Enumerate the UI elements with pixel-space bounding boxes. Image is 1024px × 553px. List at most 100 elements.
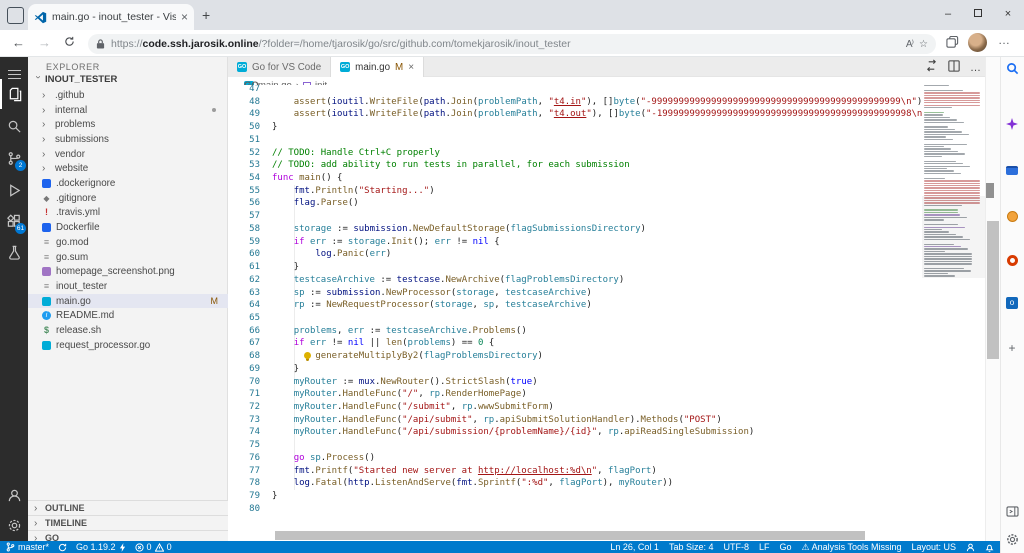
tree-file-README.md[interactable]: iREADME.md	[28, 309, 228, 324]
git-branch-item[interactable]: master*	[6, 542, 49, 552]
reload-button[interactable]	[64, 35, 75, 50]
tree-folder-submissions[interactable]: ›submissions	[28, 132, 228, 147]
code-line-50[interactable]: 50}	[228, 121, 922, 134]
code-line-60[interactable]: 60 log.Panic(err)	[228, 248, 922, 261]
status-analysis-tools-missing[interactable]: ⚠ Analysis Tools Missing	[802, 542, 902, 553]
code-line-69[interactable]: 69 }	[228, 363, 922, 376]
sidebar-search-icon[interactable]	[1004, 60, 1020, 76]
search-icon[interactable]	[0, 111, 28, 141]
tree-file-Dockerfile[interactable]: Dockerfile	[28, 220, 228, 235]
code-line-58[interactable]: 58 storage := submission.NewDefaultStora…	[228, 223, 922, 236]
browser-settings-menu[interactable]: …	[998, 33, 1010, 47]
tree-folder-website[interactable]: ›website	[28, 162, 228, 177]
code-line-65[interactable]: 65	[228, 312, 922, 325]
code-line-79[interactable]: 79}	[228, 490, 922, 503]
editor-more-icon[interactable]: …	[970, 62, 981, 74]
status-lf[interactable]: LF	[759, 542, 770, 553]
editor-scrollbar-thumb[interactable]	[986, 183, 994, 198]
code-line-80[interactable]: 80	[228, 503, 922, 516]
new-tab-button[interactable]: +	[202, 7, 210, 23]
forward-button[interactable]: →	[38, 35, 51, 50]
extensions-icon[interactable]: 61	[0, 206, 28, 236]
read-aloud-icon[interactable]: A⁾	[906, 39, 913, 50]
tree-file-homepage_screenshot.png[interactable]: homepage_screenshot.png	[28, 264, 228, 279]
tree-folder-vendor[interactable]: ›vendor	[28, 147, 228, 162]
tree-file-main.go[interactable]: main.goM	[28, 294, 228, 309]
status-ln-26-col-1[interactable]: Ln 26, Col 1	[610, 542, 659, 553]
code-line-51[interactable]: 51	[228, 134, 922, 147]
code-line-72[interactable]: 72 myRouter.HandleFunc("/submit", rp.www…	[228, 401, 922, 414]
sidebar-shopping-icon[interactable]	[1004, 162, 1020, 178]
accounts-icon[interactable]	[0, 480, 28, 510]
tab-close-icon[interactable]: ×	[181, 10, 188, 24]
code-line-54[interactable]: 54func main() {	[228, 172, 922, 185]
code-line-78[interactable]: 78 log.Fatal(http.ListenAndServe(fmt.Spr…	[228, 477, 922, 490]
sidebar-add-icon[interactable]: +	[1004, 340, 1020, 356]
code-line-52[interactable]: 52// TODO: Handle Ctrl+C properly	[228, 147, 922, 160]
sidebar-settings-gear-icon[interactable]	[1004, 531, 1020, 547]
address-bar[interactable]: https://code.ssh.jarosik.online/?folder=…	[88, 34, 936, 54]
status-utf-8[interactable]: UTF-8	[723, 542, 749, 553]
sidebar-office-icon[interactable]	[1004, 252, 1020, 268]
favorites-star-icon[interactable]: ☆	[919, 39, 928, 50]
feedback-icon[interactable]	[966, 543, 975, 552]
split-editor-icon[interactable]	[948, 59, 960, 77]
sync-item[interactable]	[58, 543, 67, 552]
code-line-75[interactable]: 75	[228, 439, 922, 452]
tree-folder-.github[interactable]: ›.github	[28, 88, 228, 103]
section-timeline[interactable]: ›TIMELINE	[28, 515, 228, 530]
section-outline[interactable]: ›OUTLINE	[28, 500, 228, 515]
code-line-76[interactable]: 76 go sp.Process()	[228, 452, 922, 465]
sidebar-copilot-icon[interactable]	[1004, 116, 1020, 132]
code-line-71[interactable]: 71 myRouter.HandleFunc("/", rp.RenderHom…	[228, 388, 922, 401]
status-go[interactable]: Go	[780, 542, 792, 553]
tree-file-request_processor.go[interactable]: request_processor.go	[28, 338, 228, 353]
code-line-61[interactable]: 61 }	[228, 261, 922, 274]
source-control-icon[interactable]: 2	[0, 143, 28, 173]
tree-folder-internal[interactable]: ›internal	[28, 103, 228, 118]
testing-icon[interactable]	[0, 237, 28, 267]
page-scrollbar-thumb[interactable]	[987, 221, 999, 359]
code-line-56[interactable]: 56 flag.Parse()	[228, 197, 922, 210]
collections-icon[interactable]	[946, 36, 959, 54]
code-line-73[interactable]: 73 myRouter.HandleFunc("/api/submit", rp…	[228, 414, 922, 427]
code-line-57[interactable]: 57	[228, 210, 922, 223]
go-version-item[interactable]: Go 1.19.2	[76, 542, 126, 552]
code-line-74[interactable]: 74 myRouter.HandleFunc("/api/submission/…	[228, 426, 922, 439]
sidebar-collapse-icon[interactable]	[1004, 503, 1020, 519]
tree-file-go.sum[interactable]: ≡go.sum	[28, 250, 228, 265]
sidebar-games-icon[interactable]	[1004, 208, 1020, 224]
window-close-button[interactable]: ×	[994, 4, 1022, 24]
tree-folder-problems[interactable]: ›problems	[28, 117, 228, 132]
editor-tab-main.go[interactable]: GOmain.goM×	[331, 57, 424, 77]
code-editor[interactable]: 4748 assert(ioutil.WriteFile(path.Join(p…	[228, 85, 922, 531]
code-line-63[interactable]: 63 sp := submission.NewProcessor(storage…	[228, 287, 922, 300]
code-line-77[interactable]: 77 fmt.Printf("Started new server at htt…	[228, 465, 922, 478]
horizontal-scrollbar-thumb[interactable]	[275, 531, 865, 540]
settings-gear-icon[interactable]	[0, 510, 28, 540]
code-line-49[interactable]: 49 assert(ioutil.WriteFile(path.Join(pro…	[228, 108, 922, 121]
minimap-slider[interactable]	[922, 196, 985, 278]
tree-file-.gitignore[interactable]: ◆.gitignore	[28, 191, 228, 206]
code-line-53[interactable]: 53// TODO: add ability to run tests in p…	[228, 159, 922, 172]
tab-actions-menu-icon[interactable]	[7, 7, 24, 24]
code-line-66[interactable]: 66 problems, err := testcaseArchive.Prob…	[228, 325, 922, 338]
code-line-70[interactable]: 70 myRouter := mux.NewRouter().StrictSla…	[228, 376, 922, 389]
open-changes-icon[interactable]	[925, 59, 938, 77]
editor-tab-go-for-vs-code[interactable]: GOGo for VS Code	[228, 57, 331, 77]
url-text[interactable]: https://code.ssh.jarosik.online/?folder=…	[111, 38, 900, 50]
back-button[interactable]: ←	[12, 35, 25, 50]
browser-tab[interactable]: main.go - inout_tester - Visual S... ×	[28, 4, 194, 30]
tree-file-.travis.yml[interactable]: !.travis.yml	[28, 206, 228, 221]
tree-file-inout_tester[interactable]: ≡inout_tester	[28, 279, 228, 294]
tree-file-release.sh[interactable]: $release.sh	[28, 323, 228, 338]
window-maximize-button[interactable]	[964, 4, 992, 24]
status-layout-us[interactable]: Layout: US	[911, 542, 956, 553]
code-line-68[interactable]: 68 generateMultiplyBy2(flagProblemsDirec…	[228, 350, 922, 363]
explorer-icon[interactable]	[0, 79, 28, 109]
code-line-59[interactable]: 59 if err := storage.Init(); err != nil …	[228, 236, 922, 249]
sidebar-outlook-icon[interactable]: o	[1004, 295, 1020, 311]
window-minimize-button[interactable]: –	[934, 4, 962, 24]
profile-avatar[interactable]	[968, 33, 987, 52]
code-line-62[interactable]: 62 testcaseArchive := testcase.NewArchiv…	[228, 274, 922, 287]
